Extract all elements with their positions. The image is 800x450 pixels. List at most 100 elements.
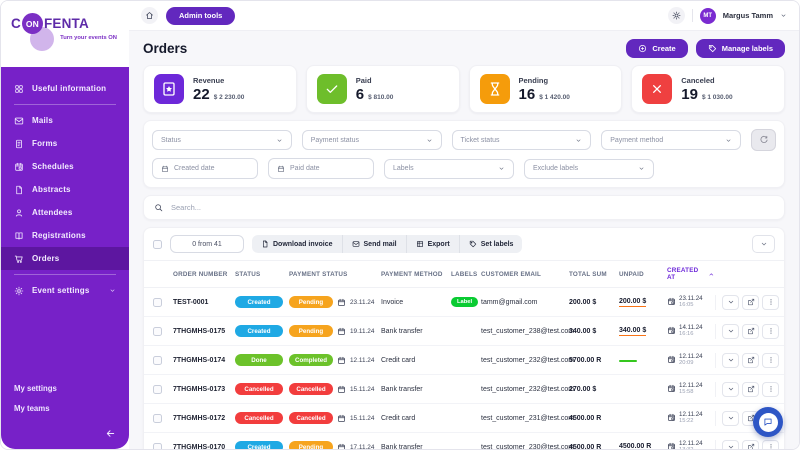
user-name[interactable]: Margus Tamm [723, 11, 773, 20]
column-header-unpaid[interactable]: UNPAID [619, 271, 667, 278]
cart-icon [14, 254, 24, 264]
brand-logo[interactable]: C ON FENTA Turn your events ON [1, 1, 129, 67]
calendar-icon [337, 356, 346, 365]
select-all-checkbox[interactable] [153, 240, 162, 249]
column-header-payment-method[interactable]: PAYMENT METHOD [381, 271, 451, 278]
mail-icon [14, 116, 24, 126]
send-mail-button[interactable]: Send mail [343, 235, 407, 253]
table-row[interactable]: 7THGMHS-0173 Cancelled Cancelled 15.11.2… [144, 375, 784, 404]
row-expand-button[interactable] [722, 382, 739, 397]
column-header-order-number[interactable]: ORDER NUMBER [173, 271, 235, 278]
row-expand-button[interactable] [722, 411, 739, 426]
download-invoice-button[interactable]: Download invoice [252, 235, 343, 253]
table-row[interactable]: TEST-0001 Created Pending 23.11.24 Invoi… [144, 288, 784, 317]
sidebar-item-event-settings[interactable]: Event settings [1, 279, 129, 302]
topbar-divider [692, 9, 693, 22]
topbar: Admin tools MT Margus Tamm [129, 1, 799, 31]
filter-select-payment-method[interactable]: Payment method [601, 130, 741, 150]
sidebar-item-my-settings[interactable]: My settings [14, 384, 116, 393]
payment-date: 19.11.24 [350, 328, 374, 335]
search-input[interactable] [169, 202, 774, 213]
column-header-customer-email[interactable]: CUSTOMER EMAIL [481, 271, 569, 278]
filter-date-created-date[interactable]: Created date [152, 158, 258, 179]
column-header-total-sum[interactable]: TOTAL SUM [569, 271, 619, 278]
payment-status-badge: Cancelled [289, 383, 333, 395]
column-header-created-at[interactable]: CREATED AT [667, 267, 715, 281]
export-button[interactable]: Export [407, 235, 460, 253]
sidebar-item-mails[interactable]: Mails [1, 109, 129, 132]
collapse-sidebar-button[interactable] [105, 428, 116, 439]
sidebar-item-schedules[interactable]: Schedules [1, 155, 129, 178]
row-menu-button[interactable] [762, 353, 779, 368]
search-bar [143, 195, 785, 220]
row-edit-button[interactable] [742, 353, 759, 368]
theme-toggle-button[interactable] [668, 7, 685, 24]
table-options-button[interactable] [752, 235, 775, 253]
sidebar-item-attendees[interactable]: Attendees [1, 201, 129, 224]
filter-select-status[interactable]: Status [152, 130, 292, 150]
chevron-down-icon [727, 443, 735, 449]
sidebar-item-orders[interactable]: Orders [1, 247, 129, 270]
kebab-menu-icon [767, 356, 775, 364]
row-menu-button[interactable] [762, 382, 779, 397]
row-checkbox[interactable] [153, 298, 162, 307]
row-expand-button[interactable] [722, 295, 739, 310]
sidebar-item-abstracts[interactable]: Abstracts [1, 178, 129, 201]
sidebar-item-registrations[interactable]: Registrations [1, 224, 129, 247]
row-edit-button[interactable] [742, 324, 759, 339]
row-expand-button[interactable] [722, 324, 739, 339]
filter-date-paid-date[interactable]: Paid date [268, 158, 374, 179]
calendar-icon [337, 385, 346, 394]
row-expand-button[interactable] [722, 440, 739, 450]
row-checkbox[interactable] [153, 414, 162, 423]
column-header-status[interactable]: STATUS [235, 271, 289, 278]
refresh-button[interactable] [751, 129, 776, 151]
sidebar-item-my-teams[interactable]: My teams [14, 404, 116, 413]
row-edit-button[interactable] [742, 295, 759, 310]
row-menu-button[interactable] [762, 440, 779, 450]
stats-row: Revenue 22 $ 2 230.00 Paid 6 $ 810.00 Pe… [143, 65, 785, 113]
row-checkbox[interactable] [153, 356, 162, 365]
filter-select-labels[interactable]: Labels [384, 159, 514, 179]
created-date: 12.11.24 [679, 411, 703, 418]
row-checkbox[interactable] [153, 327, 162, 336]
status-badge: Cancelled [235, 412, 283, 424]
column-header-labels[interactable]: LABELS [451, 271, 481, 278]
row-checkbox[interactable] [153, 443, 162, 450]
row-menu-button[interactable] [762, 295, 779, 310]
column-header-payment-status[interactable]: PAYMENT STATUS [289, 271, 381, 278]
filter-select-payment-status[interactable]: Payment status [302, 130, 442, 150]
content: Orders Create Manage labels Revenue 22 [129, 31, 799, 449]
user-menu-chevron-icon[interactable] [780, 12, 787, 19]
row-edit-button[interactable] [742, 440, 759, 450]
manage-labels-button[interactable]: Manage labels [696, 39, 785, 58]
payment-method: Credit card [381, 357, 451, 364]
admin-tools-button[interactable]: Admin tools [166, 7, 235, 25]
avatar[interactable]: MT [700, 8, 716, 24]
row-menu-button[interactable] [762, 324, 779, 339]
brand-tagline: Turn your events ON [11, 35, 119, 41]
sidebar-item-forms[interactable]: Forms [1, 132, 129, 155]
sidebar-item-useful-information[interactable]: Useful information [1, 77, 129, 100]
stat-count: 22 [193, 87, 210, 102]
table-row[interactable]: 7THGMHS-0170 Created Pending 17.11.24 Ba… [144, 433, 784, 449]
total-sum: 5700.00 R [569, 357, 619, 364]
create-button[interactable]: Create [626, 39, 687, 58]
unpaid-amount: 340.00 $ [619, 327, 646, 336]
row-expand-button[interactable] [722, 353, 739, 368]
filter-select-exclude-labels[interactable]: Exclude labels [524, 159, 654, 179]
chat-bubble-button[interactable] [753, 407, 783, 437]
row-checkbox[interactable] [153, 385, 162, 394]
home-button[interactable] [141, 7, 158, 24]
x-icon [649, 81, 665, 97]
table-body: TEST-0001 Created Pending 23.11.24 Invoi… [144, 288, 784, 449]
table-row[interactable]: 7THGMHS-0172 Cancelled Cancelled 15.11.2… [144, 404, 784, 433]
payment-method: Invoice [381, 299, 451, 306]
set-labels-button[interactable]: Set labels [460, 235, 523, 253]
stat-label: Paid [356, 76, 394, 85]
stat-label: Canceled [681, 76, 732, 85]
table-row[interactable]: 7THGMHS-0174 Done Completed 12.11.24 Cre… [144, 346, 784, 375]
table-row[interactable]: 7THGMHS-0175 Created Pending 19.11.24 Ba… [144, 317, 784, 346]
filter-select-ticket-status[interactable]: Ticket status [452, 130, 592, 150]
row-edit-button[interactable] [742, 382, 759, 397]
